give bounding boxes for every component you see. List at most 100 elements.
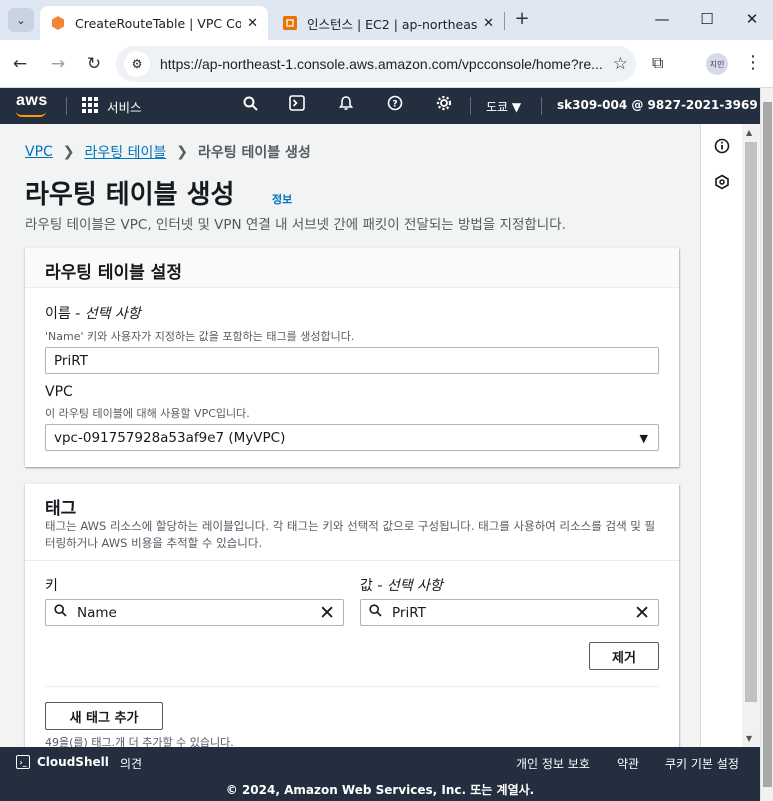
page-scrollbar[interactable] [760,88,773,801]
breadcrumb-route-tables-link[interactable]: 라우팅 테이블 [85,142,167,162]
vpc-field-hint: 이 라우팅 테이블에 대해 사용할 VPC입니다. [45,407,250,420]
tags-remaining-hint: 49을(를) 태그.개 더 추가할 수 있습니다. [45,736,234,747]
info-panel-icon[interactable] [714,138,730,154]
reload-button[interactable]: ↻ [82,52,106,76]
help-rail [700,124,742,747]
name-input-value: PriRT [54,352,88,369]
svg-text:?: ? [392,100,397,110]
breadcrumb-current: 라우팅 테이블 생성 [198,145,311,161]
scroll-down-icon[interactable]: ▼ [746,734,752,743]
site-settings-icon[interactable]: ⚙ [124,51,150,77]
help-icon[interactable]: ? [384,95,406,117]
caret-down-icon: ▼ [639,432,648,445]
panel-header: 라우팅 테이블 설정 [25,248,679,288]
address-bar: ← → ↻ ⚙ https://ap-northeast-1.console.a… [0,40,773,88]
tag-key-input[interactable]: Name ✕ [45,599,344,626]
close-window-button[interactable]: ✕ [737,8,767,30]
aws-logo-text: aws [16,92,48,109]
search-icon [54,604,67,621]
tab-title: CreateRouteTable | VPC Console [75,15,242,31]
tags-header-divider [25,560,679,561]
name-label-text: 이름 - [45,306,85,322]
cloudshell-button[interactable]: ›_ CloudShell [16,755,109,769]
header-divider [66,97,67,115]
url-text: https://ap-northeast-1.console.aws.amazo… [160,56,603,72]
cloudshell-icon[interactable] [286,95,308,117]
copyright-text: © 2024, Amazon Web Services, Inc. 또는 계열사… [225,783,535,797]
tab-close-icon[interactable]: ✕ [483,16,494,31]
console-footer: ›_ CloudShell 의견 개인 정보 보호 약관 쿠키 기본 설정 © … [0,747,760,801]
tab-separator [504,12,505,30]
breadcrumb: VPC ❯ 라우팅 테이블 ❯ 라우팅 테이블 생성 [25,142,311,162]
add-tag-button[interactable]: 새 태그 추가 [45,702,163,730]
tab-title: 인스턴스 | EC2 | ap-northeast-1 [307,16,478,32]
chevron-right-icon: ❯ [176,144,188,160]
clear-icon[interactable]: ✕ [319,602,335,624]
minimize-button[interactable]: — [647,8,677,30]
route-table-settings-panel: 라우팅 테이블 설정 이름 - 선택 사항 'Name' 키와 사용자가 지정하… [25,248,679,467]
tags-panel: 태그 태그는 AWS 리소스에 할당하는 레이블입니다. 각 태그는 키와 선택… [25,484,679,747]
tab-search-button[interactable]: ⌄ [8,8,34,32]
breadcrumb-vpc-link[interactable]: VPC [25,144,53,160]
scroll-up-icon[interactable]: ▲ [746,128,752,137]
notifications-bell-icon[interactable] [335,95,357,117]
services-grid-icon[interactable] [82,97,98,113]
feedback-link[interactable]: 의견 [120,755,142,772]
page-title: 라우팅 테이블 생성 [25,180,235,210]
chevron-right-icon: ❯ [62,144,75,160]
info-link[interactable]: 정보 [272,191,292,207]
name-field-label: 이름 - 선택 사항 [45,303,141,323]
tags-panel-title: 태그 [45,499,77,519]
profile-avatar[interactable]: 지민 [706,53,728,75]
extensions-icon[interactable]: ⧉ [652,53,663,73]
terms-link[interactable]: 약관 [617,755,639,772]
page-description: 라우팅 테이블은 VPC, 인터넷 및 VPN 연결 내 서브넷 간에 패킷이 … [25,217,566,233]
vpc-field-label: VPC [45,384,73,400]
forward-button[interactable]: → [46,52,70,76]
name-input[interactable]: PriRT [45,347,659,374]
main-content: VPC ❯ 라우팅 테이블 ❯ 라우팅 테이블 생성 라우팅 테이블 생성 정보… [0,124,700,747]
name-field-hint: 'Name' 키와 사용자가 지정하는 값을 포함하는 태그를 생성합니다. [45,330,355,343]
tab-ec2-instances[interactable]: 인스턴스 | EC2 | ap-northeast-1 ✕ [272,6,504,40]
cloudshell-icon: ›_ [16,755,30,769]
bookmark-star-icon[interactable]: ☆ [613,54,628,74]
page-scroll-thumb[interactable] [763,102,772,787]
header-divider [470,97,471,115]
tag-value-input[interactable]: PriRT ✕ [360,599,659,626]
new-tab-button[interactable]: + [512,8,532,30]
content-scrollbar[interactable]: ▲ ▼ [742,124,760,747]
cloudshell-label: CloudShell [37,755,109,769]
tag-key-value: Name [77,604,117,621]
url-omnibox[interactable]: ⚙ https://ap-northeast-1.console.aws.ama… [116,46,636,82]
aws-logo[interactable]: aws [16,92,48,117]
resources-panel-icon[interactable] [714,174,730,190]
privacy-link[interactable]: 개인 정보 보호 [516,755,590,772]
maximize-button[interactable]: ☐ [692,8,722,30]
tag-key-label: 키 [45,578,58,594]
ec2-favicon-icon [283,16,297,30]
clear-icon[interactable]: ✕ [634,602,650,624]
tag-value-value: PriRT [392,604,426,621]
tab-close-icon[interactable]: ✕ [247,16,258,31]
vpc-select-value: vpc-091757928a53af9e7 (MyVPC) [54,429,286,446]
account-menu[interactable]: sk309-004 @ 9827-2021-3969 ▼ [557,98,771,112]
vpc-favicon-icon [52,16,64,30]
tab-createroutetable[interactable]: CreateRouteTable | VPC Console ✕ [40,6,268,40]
browser-tab-bar: ⌄ CreateRouteTable | VPC Console ✕ 인스턴스 … [0,0,773,40]
tag-value-label-text: 값 - [360,578,387,594]
search-icon [369,604,382,621]
settings-gear-icon[interactable] [433,95,455,117]
back-button[interactable]: ← [8,52,32,76]
optional-text: 선택 사항 [386,578,443,594]
search-icon[interactable] [239,95,261,117]
vpc-select[interactable]: vpc-091757928a53af9e7 (MyVPC) ▼ [45,424,659,451]
services-menu-label[interactable]: 서비스 [107,97,142,116]
scroll-thumb[interactable] [745,142,757,702]
panel-title: 라우팅 테이블 설정 [45,263,182,283]
header-divider [541,97,542,115]
cookie-preferences-link[interactable]: 쿠키 기본 설정 [665,755,739,772]
browser-menu-icon[interactable]: ⋮ [744,52,762,73]
tag-value-label: 값 - 선택 사항 [360,575,443,595]
remove-tag-button[interactable]: 제거 [589,642,659,670]
region-selector[interactable]: 도쿄 ▼ [486,98,521,115]
